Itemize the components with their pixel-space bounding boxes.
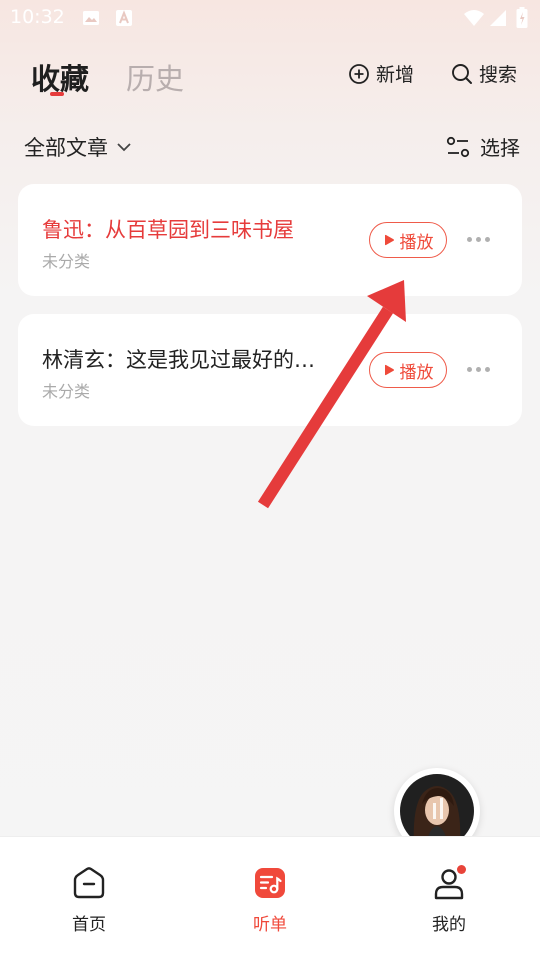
play-icon <box>384 234 394 246</box>
gallery-icon <box>82 9 100 31</box>
category-filter-dropdown[interactable]: 全部文章 <box>24 132 132 162</box>
nav-playlist-label: 听单 <box>253 915 287 935</box>
select-toggle-icon <box>446 136 470 157</box>
notification-badge <box>457 865 466 874</box>
tab-history[interactable]: 历史 <box>126 56 184 98</box>
nav-home-label: 首页 <box>72 915 106 935</box>
play-button[interactable]: 播放 <box>369 352 447 388</box>
battery-icon <box>516 7 528 33</box>
article-card[interactable]: 鲁迅：从百草园到三味书屋 未分类 播放 <box>18 184 522 296</box>
status-bar: 10:32 <box>0 0 540 36</box>
select-label: 选择 <box>480 136 520 160</box>
cell-signal-icon <box>489 9 507 31</box>
app-notification-icon <box>115 9 133 31</box>
play-label: 播放 <box>399 232 434 253</box>
search-icon <box>452 63 472 84</box>
more-options-icon[interactable] <box>467 367 490 372</box>
status-time: 10:32 <box>10 6 65 28</box>
home-icon <box>73 867 105 899</box>
nav-profile[interactable]: 我的 <box>409 865 489 935</box>
play-button[interactable]: 播放 <box>369 222 447 258</box>
article-title: 林清玄：这是我见过最好的… <box>42 348 315 372</box>
article-category: 未分类 <box>42 252 91 271</box>
playlist-icon <box>255 868 285 898</box>
nav-home[interactable]: 首页 <box>49 865 129 935</box>
nav-playlist[interactable]: 听单 <box>230 865 310 935</box>
search-button[interactable]: 搜索 <box>451 60 517 87</box>
article-card[interactable]: 林清玄：这是我见过最好的… 未分类 播放 <box>18 314 522 426</box>
all-articles-label: 全部文章 <box>24 136 108 160</box>
bottom-navigation: 首页 听单 我的 <box>0 836 540 960</box>
add-circle-icon <box>349 63 369 84</box>
wifi-icon <box>463 9 485 31</box>
active-tab-indicator <box>50 92 64 96</box>
more-options-icon[interactable] <box>467 237 490 242</box>
play-icon <box>384 364 394 376</box>
search-label: 搜索 <box>479 64 518 86</box>
add-label: 新增 <box>376 64 415 86</box>
article-category: 未分类 <box>42 382 91 401</box>
article-title: 鲁迅：从百草园到三味书屋 <box>42 218 294 242</box>
add-button[interactable]: 新增 <box>348 60 414 87</box>
nav-profile-label: 我的 <box>432 915 466 935</box>
select-button[interactable]: 选择 <box>446 132 520 161</box>
chevron-down-icon <box>117 143 131 152</box>
play-label: 播放 <box>399 362 434 383</box>
